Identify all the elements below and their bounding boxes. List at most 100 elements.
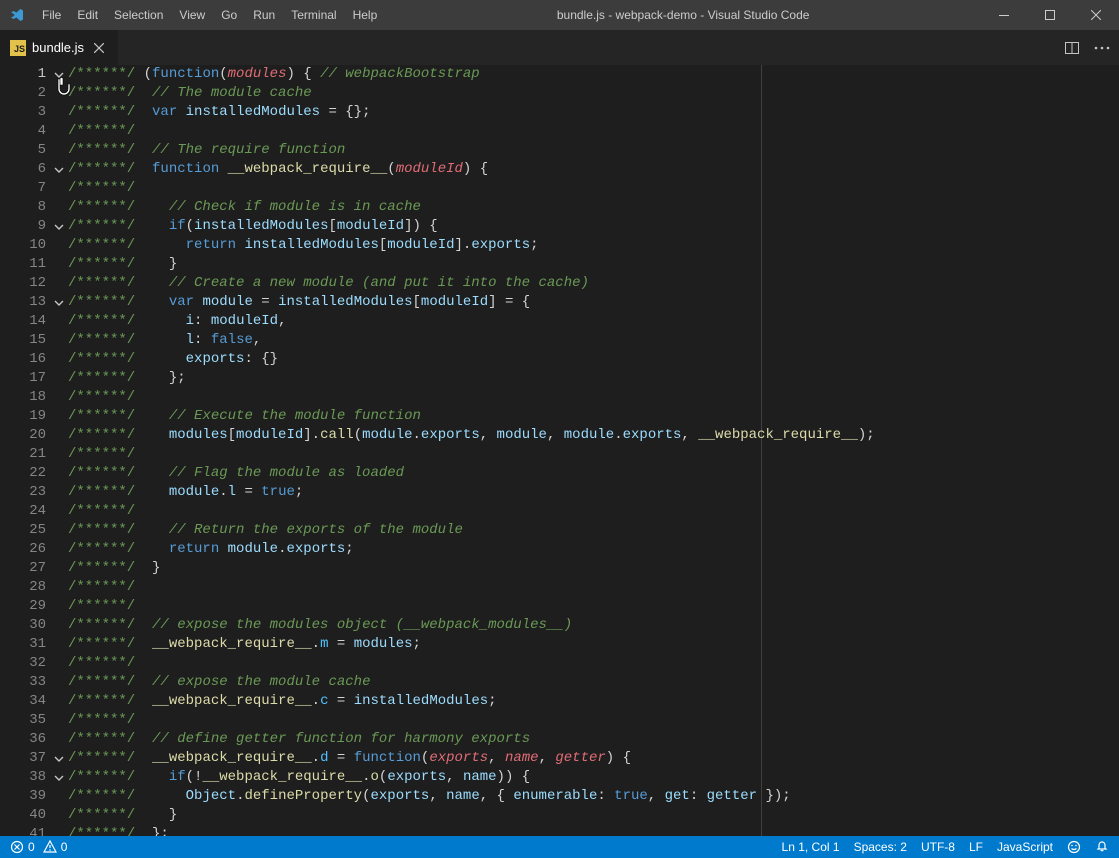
line-number: 8 [0, 198, 46, 217]
menu-file[interactable]: File [34, 0, 69, 30]
line-number: 37 [0, 749, 46, 768]
status-eol[interactable]: LF [969, 840, 983, 854]
status-encoding[interactable]: UTF-8 [921, 840, 955, 854]
code-line: /******/ (function(modules) { // webpack… [68, 65, 1119, 84]
code-line: /******/ [68, 179, 1119, 198]
close-button[interactable] [1073, 0, 1119, 30]
more-actions-icon[interactable] [1091, 37, 1113, 59]
line-number: 36 [0, 730, 46, 749]
fold-marker[interactable] [50, 160, 68, 179]
line-number: 5 [0, 141, 46, 160]
fold-marker[interactable] [50, 749, 68, 768]
line-number: 31 [0, 635, 46, 654]
fold-marker [50, 122, 68, 141]
menu-edit[interactable]: Edit [69, 0, 106, 30]
menu-selection[interactable]: Selection [106, 0, 171, 30]
fold-marker [50, 426, 68, 445]
line-number: 38 [0, 768, 46, 787]
code-line: /******/ i: moduleId, [68, 312, 1119, 331]
line-number: 19 [0, 407, 46, 426]
code-line: /******/ __webpack_require__.d = functio… [68, 749, 1119, 768]
code-line: /******/ __webpack_require__.c = install… [68, 692, 1119, 711]
fold-marker [50, 711, 68, 730]
line-number: 4 [0, 122, 46, 141]
status-bell-icon[interactable] [1095, 840, 1109, 854]
line-number: 6 [0, 160, 46, 179]
minimize-button[interactable] [981, 0, 1027, 30]
fold-marker[interactable] [50, 293, 68, 312]
status-feedback-icon[interactable] [1067, 840, 1081, 854]
status-errors[interactable]: 0 [10, 840, 35, 854]
fold-marker [50, 255, 68, 274]
code-line: /******/ // Return the exports of the mo… [68, 521, 1119, 540]
code-line: /******/ // Execute the module function [68, 407, 1119, 426]
split-editor-icon[interactable] [1061, 37, 1083, 59]
line-number: 17 [0, 369, 46, 388]
fold-marker[interactable] [50, 768, 68, 787]
line-number: 23 [0, 483, 46, 502]
code-line: /******/ }; [68, 369, 1119, 388]
code-line: /******/ Object.defineProperty(exports, … [68, 787, 1119, 806]
code-line: /******/ [68, 578, 1119, 597]
status-warnings[interactable]: 0 [43, 840, 68, 854]
title-bar: FileEditSelectionViewGoRunTerminalHelp b… [0, 0, 1119, 30]
maximize-button[interactable] [1027, 0, 1073, 30]
menu-go[interactable]: Go [213, 0, 245, 30]
svg-text:JS: JS [14, 44, 25, 54]
tab-bundle-js[interactable]: JS bundle.js [0, 30, 119, 65]
window-controls [981, 0, 1119, 30]
status-bar: 0 0 Ln 1, Col 1 Spaces: 2 UTF-8 LF JavaS… [0, 836, 1119, 858]
code-line: /******/ // The require function [68, 141, 1119, 160]
code-line: /******/ l: false, [68, 331, 1119, 350]
code-line: /******/ [68, 502, 1119, 521]
line-number: 22 [0, 464, 46, 483]
line-number: 26 [0, 540, 46, 559]
menu-bar: FileEditSelectionViewGoRunTerminalHelp [34, 0, 385, 30]
fold-marker [50, 407, 68, 426]
fold-marker [50, 673, 68, 692]
editor-area[interactable]: 1234567891011121314151617181920212223242… [0, 65, 1119, 836]
tab-label: bundle.js [32, 40, 84, 55]
line-number: 39 [0, 787, 46, 806]
fold-marker [50, 350, 68, 369]
menu-run[interactable]: Run [245, 0, 283, 30]
code-line: /******/ if(!__webpack_require__.o(expor… [68, 768, 1119, 787]
menu-terminal[interactable]: Terminal [283, 0, 344, 30]
tab-close-icon[interactable] [90, 39, 108, 57]
code-line: /******/ [68, 654, 1119, 673]
fold-gutter [50, 65, 68, 836]
code-line: /******/ // expose the module cache [68, 673, 1119, 692]
menu-view[interactable]: View [171, 0, 213, 30]
code-content[interactable]: /******/ (function(modules) { // webpack… [68, 65, 1119, 836]
line-number: 29 [0, 597, 46, 616]
fold-marker [50, 84, 68, 103]
fold-marker [50, 483, 68, 502]
fold-marker[interactable] [50, 65, 68, 84]
fold-marker [50, 141, 68, 160]
fold-marker [50, 369, 68, 388]
fold-marker [50, 806, 68, 825]
fold-marker [50, 312, 68, 331]
line-number: 21 [0, 445, 46, 464]
line-number: 28 [0, 578, 46, 597]
status-line-col[interactable]: Ln 1, Col 1 [782, 840, 840, 854]
status-language[interactable]: JavaScript [997, 840, 1053, 854]
menu-help[interactable]: Help [345, 0, 386, 30]
code-line: /******/ return module.exports; [68, 540, 1119, 559]
window-title: bundle.js - webpack-demo - Visual Studio… [385, 8, 981, 22]
code-line: /******/ function __webpack_require__(mo… [68, 160, 1119, 179]
fold-marker [50, 521, 68, 540]
fold-marker [50, 502, 68, 521]
line-number: 11 [0, 255, 46, 274]
line-number: 14 [0, 312, 46, 331]
code-line: /******/ // define getter function for h… [68, 730, 1119, 749]
line-number: 34 [0, 692, 46, 711]
code-line: /******/ module.l = true; [68, 483, 1119, 502]
line-number: 20 [0, 426, 46, 445]
fold-marker [50, 198, 68, 217]
code-line: /******/ // expose the modules object (_… [68, 616, 1119, 635]
line-number: 3 [0, 103, 46, 122]
fold-marker[interactable] [50, 217, 68, 236]
fold-marker [50, 274, 68, 293]
status-spaces[interactable]: Spaces: 2 [854, 840, 907, 854]
